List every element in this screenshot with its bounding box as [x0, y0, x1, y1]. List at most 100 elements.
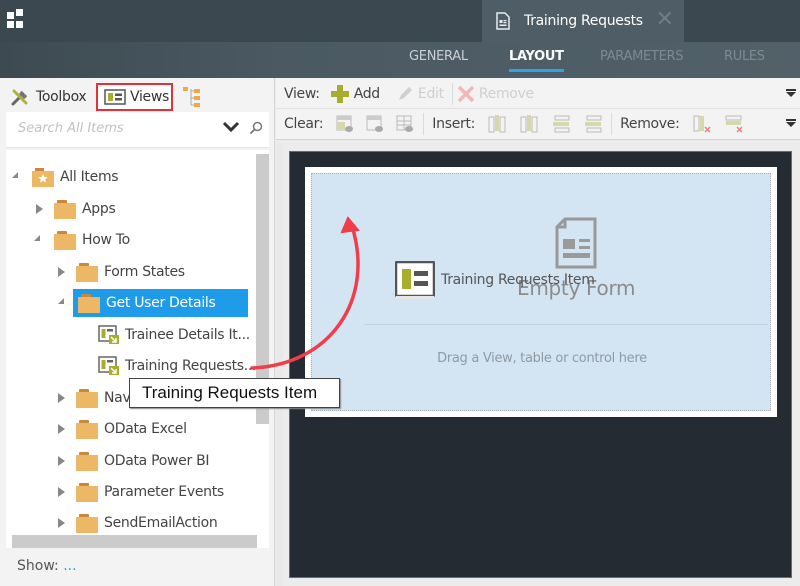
panel-splitter[interactable] [275, 144, 283, 586]
folder-icon [54, 199, 76, 219]
pencil-icon [398, 86, 412, 100]
tab-views-label: Views [130, 89, 170, 105]
toolbar-separator [451, 82, 453, 105]
tree-node-label: Trainee Details It... [125, 327, 250, 343]
tree-view: All Items Apps How To Form States Get Us… [6, 150, 269, 548]
form-document-icon [496, 12, 510, 30]
tree-node-label: Nav [104, 390, 131, 406]
tree-outline-icon [183, 87, 200, 107]
folder-icon [76, 482, 98, 502]
chevron-down-icon[interactable] [222, 120, 240, 134]
tree-node-parameter-events[interactable]: Parameter Events [56, 480, 224, 504]
expand-arrow-icon[interactable] [58, 518, 65, 528]
close-icon[interactable]: ✕ [656, 9, 674, 31]
tree-node-label: Training Requests... [125, 358, 257, 374]
design-canvas: Empty Form Drag a View, table or control… [289, 151, 792, 578]
insert-row-below-icon[interactable] [583, 114, 603, 134]
remove-view-button[interactable]: Remove [457, 85, 534, 103]
tree-node-apps[interactable]: Apps [34, 197, 116, 221]
tree-node-training-requests-item[interactable]: Training Requests... [98, 354, 257, 378]
expand-arrow-icon[interactable] [58, 487, 65, 497]
collapse-arrow-icon[interactable] [12, 172, 18, 178]
remove-x-icon [457, 85, 475, 102]
tree-node-label: Apps [82, 201, 116, 217]
tree-node-label: Form States [104, 264, 185, 280]
expand-arrow-icon[interactable] [58, 267, 65, 277]
plus-icon [330, 84, 349, 103]
item-view-icon [98, 325, 119, 344]
show-options-link[interactable]: ... [63, 558, 76, 574]
remove-column-icon[interactable] [692, 114, 712, 134]
tree-node-trainee-details-item[interactable]: Trainee Details It... [98, 323, 250, 347]
insert-row-above-icon[interactable] [551, 114, 571, 134]
drop-divider [364, 324, 768, 325]
clear-label: Clear: [284, 116, 324, 132]
folder-icon [76, 419, 98, 439]
search-icon[interactable] [249, 121, 263, 135]
add-label: Add [353, 85, 381, 102]
collapse-toolbar-icon[interactable] [786, 119, 796, 129]
insert-column-left-icon[interactable] [487, 114, 507, 134]
collapse-toolbar-icon[interactable] [786, 89, 796, 99]
clear-cell-icon[interactable] [335, 114, 355, 134]
tree-node-label: How To [82, 232, 130, 248]
tree-node-how-to[interactable]: How To [34, 228, 130, 252]
tree-horizontal-scrollbar[interactable] [12, 535, 257, 548]
expand-arrow-icon[interactable] [58, 393, 65, 403]
left-panel: Toolbox Views Search All Items All Items… [0, 78, 275, 586]
clear-row-icon[interactable] [365, 114, 385, 134]
expand-arrow-icon[interactable] [58, 456, 65, 466]
tree-node-form-states[interactable]: Form States [56, 260, 185, 284]
collapse-arrow-icon[interactable] [58, 298, 64, 304]
folder-icon [54, 230, 76, 250]
designer-tab-bar: GENERAL LAYOUT PARAMETERS RULES [0, 42, 800, 78]
tree-node-sendemailaction[interactable]: SendEmailAction [56, 511, 218, 535]
remove-label: Remove [478, 85, 534, 102]
folder-icon [76, 388, 98, 408]
view-icon [395, 261, 435, 299]
tree-node-label: SendEmailAction [104, 515, 218, 531]
document-tab[interactable]: Training Requests ✕ [482, 0, 684, 42]
show-label: Show: [17, 558, 59, 574]
expand-arrow-icon[interactable] [36, 204, 43, 214]
toolbar-separator [423, 113, 425, 135]
remove-row-icon[interactable] [724, 114, 744, 134]
collapse-arrow-icon[interactable] [34, 235, 40, 241]
folder-icon [76, 451, 98, 471]
tab-layout[interactable]: LAYOUT [509, 49, 564, 72]
tab-general[interactable]: GENERAL [409, 49, 468, 64]
tab-toolbox-label: Toolbox [36, 89, 87, 105]
clear-table-icon[interactable] [395, 114, 415, 134]
toolbar-separator [611, 113, 613, 135]
insert-column-right-icon[interactable] [519, 114, 539, 134]
item-view-icon [98, 356, 119, 375]
tree-node-odata-power-bi[interactable]: OData Power BI [56, 449, 210, 473]
tab-parameters[interactable]: PARAMETERS [600, 49, 683, 64]
tab-views[interactable]: Views [96, 83, 173, 111]
tab-categories-tree[interactable] [175, 83, 209, 111]
drag-hint: Drag a View, table or control here [437, 351, 647, 366]
view-label: View: [284, 85, 320, 102]
drag-ghost: Training Requests Item [395, 261, 595, 299]
expand-arrow-icon[interactable] [58, 424, 65, 434]
tab-toolbox[interactable]: Toolbox [6, 83, 94, 111]
tree-node-label: OData Power BI [104, 453, 210, 469]
tooltip: Training Requests Item [129, 378, 340, 408]
tree-node-all-items[interactable]: All Items [10, 165, 119, 189]
edit-label: Edit [417, 85, 444, 102]
insert-label: Insert: [432, 116, 476, 132]
tree-node-label: Parameter Events [104, 484, 224, 500]
search-box [6, 112, 269, 148]
tree-node-odata-excel[interactable]: OData Excel [56, 417, 187, 441]
edit-view-button[interactable]: Edit [396, 85, 444, 103]
add-view-button[interactable]: Add [330, 84, 380, 104]
show-filter: Show: ... [17, 558, 77, 574]
app-grid-icon[interactable] [7, 9, 27, 29]
tree-node-label: All Items [60, 169, 119, 185]
tree-node-get-user-details[interactable]: Get User Details [56, 289, 248, 317]
search-input[interactable] [18, 121, 208, 136]
drag-ghost-label: Training Requests Item [441, 272, 595, 288]
tree-node-nav[interactable]: Nav [56, 386, 131, 410]
layout-toolbar: View: Add Edit Remove Clear: Insert: Rem… [276, 78, 800, 140]
tab-rules[interactable]: RULES [724, 49, 765, 64]
